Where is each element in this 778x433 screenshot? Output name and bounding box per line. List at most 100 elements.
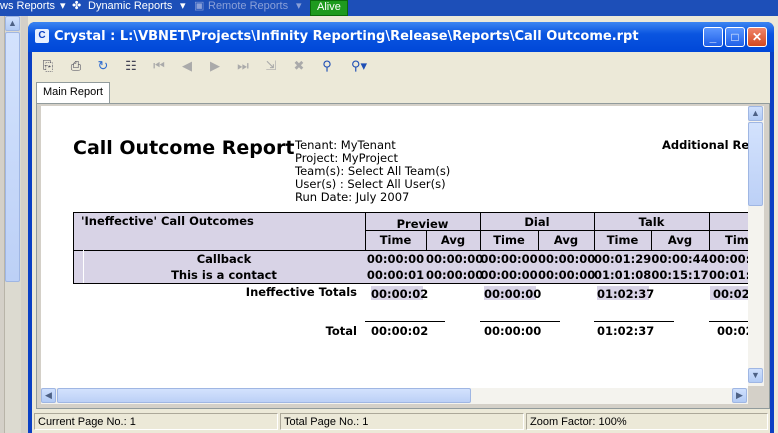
table-cell: 00:00:00: [426, 252, 484, 266]
bg-dropdown-icon: ▾: [60, 0, 66, 12]
refresh-icon[interactable]: ↻: [93, 56, 113, 76]
report-page: Call Outcome Report Tenant: MyTenant Pro…: [41, 106, 748, 388]
teams-label: Team(s): Select All Team(s): [295, 164, 451, 178]
current-page-status: Current Page No.: 1: [34, 413, 278, 430]
scroll-down-icon[interactable]: ▼: [748, 368, 763, 383]
bg-remote-icon: ▣: [194, 0, 205, 12]
table-cell: 00:00:44: [651, 252, 709, 266]
sub-header: Avg: [553, 233, 579, 247]
window-title: Crystal : L:\VBNET\Projects\Infinity Rep…: [54, 29, 639, 44]
table-cell: 00:00:00: [480, 252, 538, 266]
title-bar[interactable]: C Crystal : L:\VBNET\Projects\Infinity R…: [28, 22, 774, 52]
window-client: ⎘ ⎙ ↻ ☷ ⏮ ◀ ▶ ⏭ ⇲ ✖ ⚲ ⚲▾ Main Report Cal…: [32, 52, 770, 433]
total-rule: [365, 321, 445, 322]
tab-main-report[interactable]: Main Report: [36, 82, 110, 103]
table-cell: 00:00:2: [709, 252, 748, 266]
prev-page-icon[interactable]: ◀: [177, 56, 197, 76]
group-header-preview: Preview: [396, 217, 449, 231]
report-title: Call Outcome Report: [73, 137, 295, 159]
report-viewer: Call Outcome Report Tenant: MyTenant Pro…: [36, 103, 770, 409]
goto-page-icon[interactable]: ⇲: [261, 56, 281, 76]
total-label: Total: [325, 324, 357, 338]
grand-total: 01:02:37: [597, 324, 655, 338]
sub-header: Time: [606, 233, 639, 247]
sub-header: Time: [379, 233, 412, 247]
table-border: [73, 212, 74, 284]
crystal-app-icon: C: [35, 29, 49, 43]
table-border: [73, 283, 748, 284]
crystal-window: C Crystal : L:\VBNET\Projects\Infinity R…: [28, 22, 774, 433]
bg-menu-reports[interactable]: ws Reports: [0, 0, 55, 14]
first-page-icon[interactable]: ⏮: [149, 56, 169, 76]
bg-menu-remote-reports[interactable]: Remote Reports: [208, 0, 288, 14]
ineffective-totals-label: Ineffective Totals: [245, 285, 357, 299]
zoom-icon[interactable]: ⚲▾: [345, 56, 373, 76]
sub-header: Time: [725, 233, 748, 247]
group-tree-icon[interactable]: ☷: [121, 56, 141, 76]
table-cell: 01:01:08: [594, 268, 652, 282]
table-cell: 00:00:00: [480, 268, 538, 282]
bg-alive-badge: Alive: [310, 0, 348, 16]
ineffective-total: 00:00:02: [371, 287, 429, 301]
scroll-left-icon[interactable]: ◀: [41, 388, 56, 403]
export-icon[interactable]: ⎘: [38, 56, 58, 76]
scroll-up-icon[interactable]: ▲: [748, 106, 763, 121]
background-scrollbar[interactable]: ▲: [4, 16, 21, 433]
scroll-up-icon[interactable]: ▲: [5, 16, 20, 31]
scroll-right-icon[interactable]: ▶: [732, 388, 747, 403]
users-label: User(s) : Select All User(s): [295, 177, 446, 191]
ineffective-total: 01:02:37: [597, 287, 655, 301]
ineffective-total: 00:00:00: [484, 287, 542, 301]
additional-report-label: Additional Repo: [662, 138, 748, 152]
close-button[interactable]: ✕: [747, 27, 767, 47]
group-header-talk: Talk: [638, 215, 665, 229]
sub-header: Avg: [440, 233, 466, 247]
table-cell: 00:00:01: [366, 268, 425, 282]
table-cell: 00:00:00: [366, 252, 425, 266]
vertical-scrollbar[interactable]: ▲ ▼: [748, 106, 764, 386]
total-rule: [594, 321, 674, 322]
row-label: Callback: [196, 252, 252, 266]
table-cell: 00:01:29: [594, 252, 652, 266]
print-icon[interactable]: ⎙: [66, 56, 86, 76]
last-page-icon[interactable]: ⏭: [233, 56, 253, 76]
bg-dropdown-icon: ▾: [180, 0, 186, 12]
bg-menu-dynamic-reports[interactable]: Dynamic Reports: [88, 0, 172, 14]
total-rule: [709, 321, 748, 322]
total-rule: [480, 321, 560, 322]
sub-header: Avg: [667, 233, 693, 247]
table-cell: 00:00:00: [538, 252, 596, 266]
grand-total: 00:00:02: [371, 324, 429, 338]
ineffective-total: 00:02:1: [713, 287, 748, 301]
table-cell: 00:15:17: [651, 268, 709, 282]
bg-dynamic-icon: ✤: [72, 0, 82, 12]
search-icon[interactable]: ⚲: [317, 56, 337, 76]
bg-dropdown-icon: ▾: [296, 0, 302, 12]
background-taskbar: ws Reports ▾ ✤ Dynamic Reports ▾ ▣ Remot…: [0, 0, 778, 16]
table-cell: 00:00:00: [426, 268, 484, 282]
tenant-label: Tenant: MyTenant: [295, 138, 396, 152]
table-cell: 00:01:4: [709, 268, 748, 282]
zoom-status: Zoom Factor: 100%: [526, 413, 768, 430]
minimize-button[interactable]: _: [703, 27, 723, 47]
grand-total: 00:00:00: [484, 324, 542, 338]
table-cell: 00:00:00: [538, 268, 596, 282]
table-border: [73, 250, 748, 251]
maximize-button[interactable]: □: [725, 27, 745, 47]
vertical-scroll-thumb[interactable]: [748, 122, 763, 206]
next-page-icon[interactable]: ▶: [205, 56, 225, 76]
table-border: [73, 212, 748, 213]
background-panel: ▲: [0, 16, 28, 433]
group-header-dial: Dial: [524, 215, 550, 229]
horizontal-scrollbar[interactable]: ◀ ▶: [41, 388, 748, 404]
grand-total: 00:02: [717, 324, 748, 338]
horizontal-scroll-thumb[interactable]: [57, 388, 471, 403]
sub-header: Time: [493, 233, 525, 247]
stop-icon[interactable]: ✖: [289, 56, 309, 76]
run-date-label: Run Date: July 2007: [295, 190, 410, 204]
status-bar: Current Page No.: 1 Total Page No.: 1 Zo…: [32, 409, 770, 433]
row-label: This is a contact: [171, 268, 277, 282]
section-header: 'Ineffective' Call Outcomes: [81, 214, 254, 228]
background-scroll-thumb[interactable]: [5, 32, 20, 282]
project-label: Project: MyProject: [295, 151, 398, 165]
